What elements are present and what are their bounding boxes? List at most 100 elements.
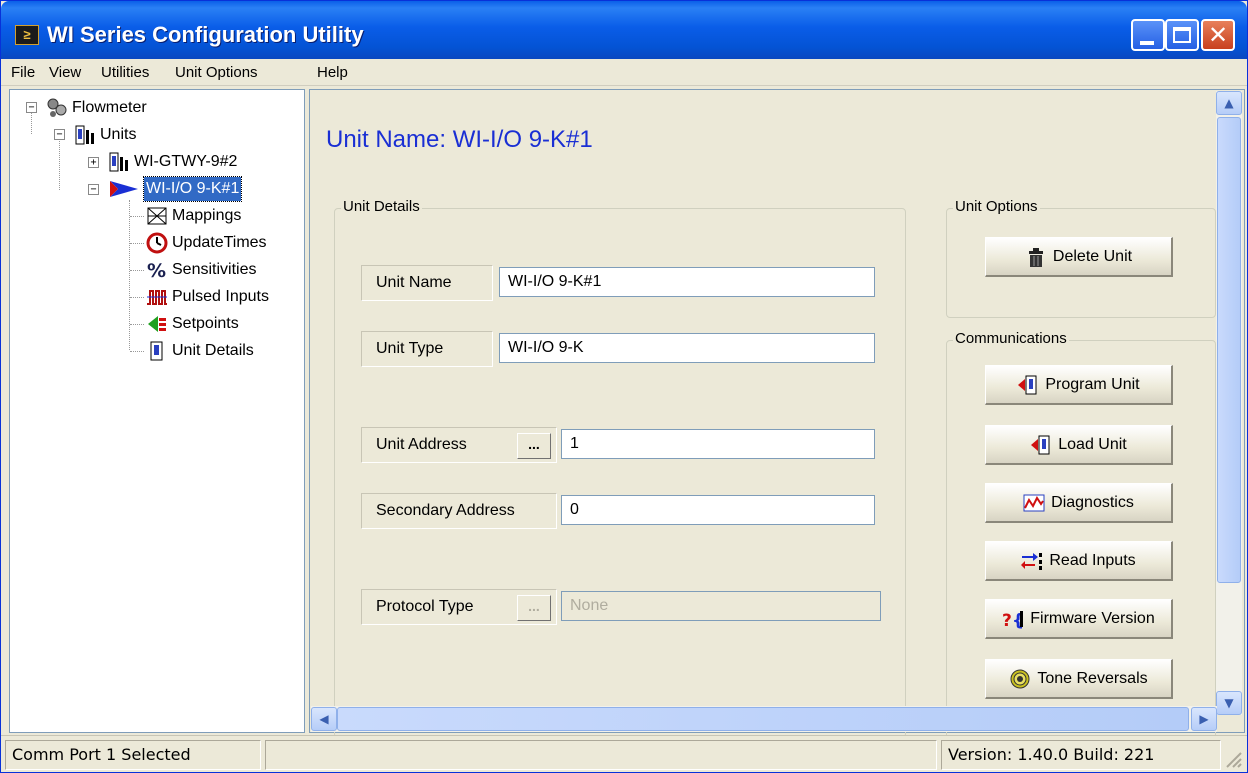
menu-unit-options[interactable]: Unit Options — [175, 64, 258, 81]
collapse-toggle[interactable]: − — [26, 102, 37, 113]
mappings-icon — [147, 207, 167, 225]
firmware-version-button[interactable]: ?{ Firmware Version — [985, 599, 1173, 639]
tone-reversals-label: Tone Reversals — [1037, 669, 1148, 687]
scroll-left-button[interactable]: ◀ — [311, 707, 337, 731]
menu-file[interactable]: File — [11, 64, 35, 81]
scroll-right-button[interactable]: ▶ — [1191, 707, 1217, 731]
tree-item-pulsed-inputs[interactable]: Pulsed Inputs — [10, 285, 290, 309]
tree-item-selected-unit[interactable]: − WI-I/O 9-K#1 — [10, 176, 290, 202]
unit-name-label: Unit Name — [361, 265, 493, 301]
maximize-icon — [1173, 27, 1191, 43]
group-title-unit-options: Unit Options — [953, 198, 1040, 215]
scroll-up-button[interactable]: ▲ — [1216, 91, 1242, 115]
app-logo-icon[interactable]: ≥ — [15, 25, 39, 45]
expand-toggle[interactable]: + — [88, 157, 99, 168]
vertical-scroll-thumb[interactable] — [1217, 117, 1241, 583]
svg-text:%: % — [147, 260, 166, 281]
minimize-icon — [1140, 41, 1154, 45]
menu-help[interactable]: Help — [317, 64, 348, 81]
tree-item-sensitivities[interactable]: % Sensitivities — [10, 258, 290, 282]
title-bar[interactable]: ≥ WI Series Configuration Utility ✕ — [1, 1, 1247, 59]
scroll-down-button[interactable]: ▼ — [1216, 691, 1242, 715]
horizontal-scrollbar[interactable]: ◀ ▶ — [311, 706, 1217, 732]
tree-item-setpoints[interactable]: Setpoints — [10, 312, 290, 336]
unit-tree[interactable]: − Flowmeter − Units + WI-GTWY-9#2 − WI-I… — [9, 89, 305, 733]
menu-utilities[interactable]: Utilities — [101, 64, 149, 81]
minimize-button[interactable] — [1131, 19, 1165, 51]
page-title: Unit Name: WI-I/O 9-K#1 — [326, 126, 593, 153]
tree-label-selected-unit: WI-I/O 9-K#1 — [142, 176, 243, 202]
read-inputs-icon — [1021, 552, 1043, 570]
load-unit-icon — [1031, 435, 1050, 454]
setpoints-icon — [148, 316, 166, 332]
maximize-button[interactable] — [1165, 19, 1199, 51]
close-button[interactable]: ✕ — [1201, 19, 1235, 51]
unit-type-input[interactable]: WI-I/O 9-K — [499, 333, 875, 363]
svg-text:?: ? — [1002, 611, 1012, 630]
collapse-toggle[interactable]: − — [88, 184, 99, 195]
percent-icon: % — [147, 260, 166, 281]
tree-label-unit-details: Unit Details — [172, 342, 254, 359]
secondary-address-input[interactable]: 0 — [561, 495, 875, 525]
tree-label-gateway: WI-GTWY-9#2 — [134, 153, 238, 170]
tree-label-setpoints: Setpoints — [172, 315, 239, 332]
unit-name-input[interactable]: WI-I/O 9-K#1 — [499, 267, 875, 297]
tree-item-mappings[interactable]: Mappings — [10, 204, 290, 228]
vertical-scrollbar[interactable]: ▲ ▼ — [1216, 91, 1242, 715]
tree-item-flowmeter[interactable]: − Flowmeter — [10, 96, 210, 120]
tone-icon — [1010, 669, 1030, 688]
collapse-toggle[interactable]: − — [54, 129, 65, 140]
unit-details-group: Unit Details Unit Name WI-I/O 9-K#1 Unit… — [334, 198, 906, 738]
load-unit-label: Load Unit — [1058, 435, 1127, 453]
status-middle — [265, 740, 937, 770]
unit-address-browse-button[interactable]: ... — [517, 433, 551, 459]
resize-grip-icon[interactable] — [1223, 749, 1243, 769]
menu-view[interactable]: View — [49, 64, 81, 81]
group-title-unit-details: Unit Details — [341, 198, 422, 215]
secondary-address-label: Secondary Address — [361, 493, 557, 529]
unit-address-input[interactable]: 1 — [561, 429, 875, 459]
selected-unit-arrow-icon — [110, 181, 138, 197]
group-title-communications: Communications — [953, 330, 1069, 347]
tone-reversals-button[interactable]: Tone Reversals — [985, 659, 1173, 699]
unit-details-icon — [150, 341, 163, 361]
communications-group: Communications Program Unit Load Unit Di… — [946, 330, 1216, 740]
delete-unit-button[interactable]: Delete Unit — [985, 237, 1173, 277]
status-bar: Comm Port 1 Selected Version: 1.40.0 Bui… — [1, 735, 1247, 772]
tree-label-flowmeter: Flowmeter — [72, 99, 147, 116]
trash-icon — [1028, 247, 1043, 267]
delete-unit-label: Delete Unit — [1052, 247, 1133, 265]
clock-icon — [146, 232, 168, 254]
program-unit-label: Program Unit — [1045, 375, 1140, 393]
gateway-unit-icon — [109, 152, 128, 172]
horizontal-scroll-thumb[interactable] — [337, 707, 1189, 731]
diagnostics-icon — [1023, 494, 1045, 511]
units-icon — [75, 125, 94, 145]
app-window: ≥ WI Series Configuration Utility ✕ File… — [0, 0, 1248, 773]
protocol-type-input[interactable]: None — [561, 591, 881, 621]
tree-label-updatetimes: UpdateTimes — [172, 234, 267, 251]
firmware-version-label: Firmware Version — [1030, 609, 1155, 627]
diagnostics-label: Diagnostics — [1051, 493, 1134, 511]
load-unit-button[interactable]: Load Unit — [985, 425, 1173, 465]
tree-item-unit-details[interactable]: Unit Details — [10, 339, 290, 363]
tree-item-updatetimes[interactable]: UpdateTimes — [10, 231, 290, 255]
menu-bar: File View Utilities Unit Options Help — [1, 60, 1247, 86]
tree-label-units: Units — [100, 126, 137, 143]
unit-address-label-text: Unit Address — [376, 436, 467, 453]
close-icon: ✕ — [1207, 21, 1229, 49]
tree-item-units[interactable]: − Units — [10, 123, 210, 147]
unit-options-group: Unit Options Delete Unit — [946, 198, 1216, 318]
main-panel: Unit Name: WI-I/O 9-K#1 Unit Details Uni… — [309, 89, 1245, 740]
flowmeter-icon — [47, 98, 67, 117]
diagnostics-button[interactable]: Diagnostics — [985, 483, 1173, 523]
tree-label-sensitivities: Sensitivities — [172, 261, 257, 278]
program-unit-button[interactable]: Program Unit — [985, 365, 1173, 405]
read-inputs-button[interactable]: Read Inputs — [985, 541, 1173, 581]
window-title: WI Series Configuration Utility — [47, 22, 364, 47]
tree-item-gateway[interactable]: + WI-GTWY-9#2 — [10, 150, 290, 174]
status-version: Version: 1.40.0 Build: 221 — [941, 740, 1221, 770]
protocol-type-browse-button[interactable]: ... — [517, 595, 551, 621]
protocol-type-label-text: Protocol Type — [376, 598, 474, 615]
tree-label-pulsed-inputs: Pulsed Inputs — [172, 288, 269, 305]
